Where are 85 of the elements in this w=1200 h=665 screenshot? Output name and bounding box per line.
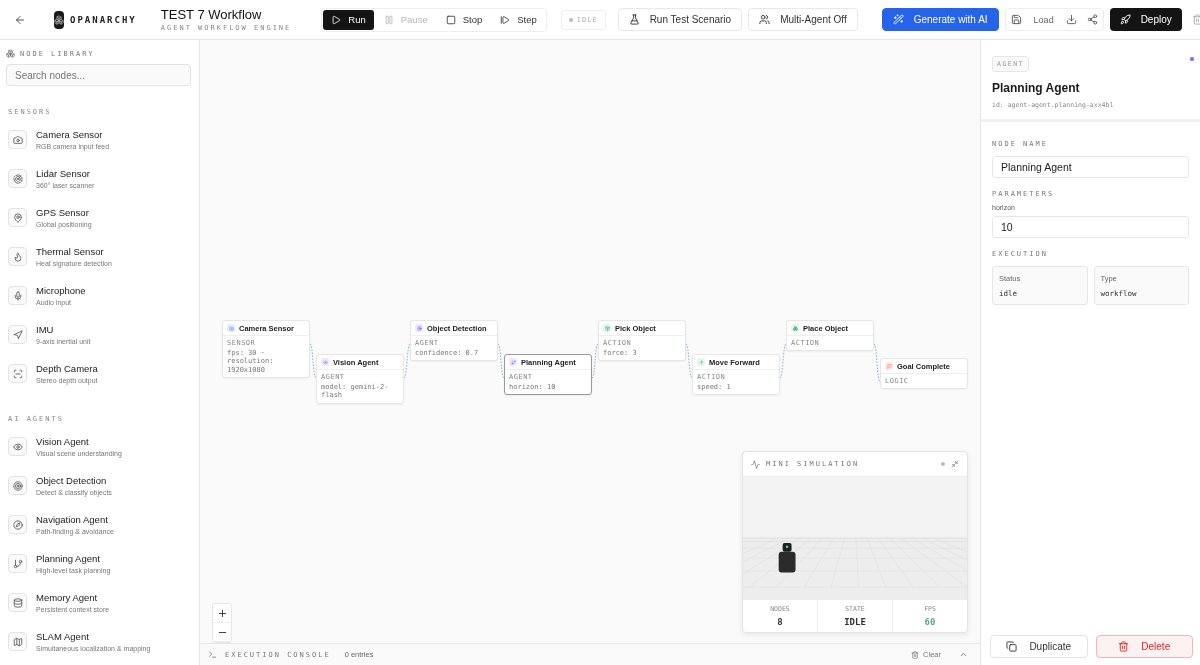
connector-line <box>497 343 505 379</box>
logo-mark-icon <box>54 14 64 25</box>
save-icon <box>1010 14 1022 25</box>
workflow-title: TEST 7 Workflow <box>160 7 263 22</box>
node-glyph-icon <box>12 441 23 452</box>
status-dot <box>1190 57 1194 61</box>
node-icon <box>321 358 329 366</box>
item-name: SLAM Agent <box>36 631 90 642</box>
node-name-field[interactable]: Planning Agent <box>992 156 1189 178</box>
item-name: Memory Agent <box>36 592 99 603</box>
trash-icon <box>1191 14 1200 25</box>
node-icon <box>509 358 517 366</box>
item-name: Vision Agent <box>36 436 90 447</box>
action-button[interactable]: Run Test Scenario <box>617 8 743 31</box>
copy-icon <box>1006 641 1018 652</box>
rocket-icon <box>1119 14 1131 25</box>
stat-value: IDLE <box>844 617 866 627</box>
download-icon <box>1065 14 1077 25</box>
control-button[interactable]: Step <box>492 9 545 30</box>
terminal-icon <box>208 650 217 659</box>
collapse-icon[interactable] <box>951 460 959 468</box>
node-glyph-icon <box>12 597 23 608</box>
item-name: Microphone <box>36 285 86 296</box>
item-name: Camera Sensor <box>36 129 104 140</box>
node-glyph-icon <box>12 212 23 223</box>
item-name: Thermal Sensor <box>36 246 105 257</box>
connector-line <box>779 343 787 379</box>
search-field[interactable]: Search nodes... <box>6 64 191 86</box>
node-glyph-icon <box>12 134 23 145</box>
connector-line <box>685 343 693 379</box>
node-glyph-icon <box>12 519 23 530</box>
node-icon <box>697 358 705 366</box>
stat-value: 8 <box>777 617 783 627</box>
item-name: Navigation Agent <box>36 514 109 525</box>
node-glyph-icon <box>12 329 23 340</box>
inspector-title: Planning Agent <box>992 81 1081 95</box>
node-glyph-icon <box>12 558 23 569</box>
connector-line <box>403 343 411 379</box>
action-button[interactable]: Generate with AI <box>881 8 999 31</box>
share-icon <box>1086 14 1098 25</box>
parameter-field[interactable]: 10 <box>992 216 1189 238</box>
control-icon <box>331 14 342 25</box>
magic-wand-icon <box>892 14 904 25</box>
brand-name: OPANARCHY <box>70 14 137 25</box>
item-name: Object Detection <box>36 475 108 486</box>
library-icon <box>6 49 15 58</box>
node-glyph-icon <box>12 480 23 491</box>
trash-icon <box>911 650 920 659</box>
connector-line <box>309 343 317 379</box>
connector-line <box>591 343 599 379</box>
node-icon <box>791 324 799 332</box>
item-name: Depth Camera <box>36 363 98 374</box>
node-icon <box>415 324 423 332</box>
node-glyph-icon <box>12 636 23 647</box>
node-glyph-icon <box>12 368 23 379</box>
duplicate-button[interactable]: Duplicate <box>990 635 1088 658</box>
flask-icon <box>628 14 640 25</box>
action-button[interactable]: Multi-Agent Off <box>748 8 858 31</box>
control-icon <box>383 14 394 25</box>
status-dot <box>941 462 945 466</box>
node-glyph-icon <box>12 251 23 262</box>
node-icon <box>227 324 235 332</box>
connector-line <box>873 343 881 383</box>
plus-icon <box>216 607 228 619</box>
control-icon <box>445 14 456 25</box>
control-button[interactable]: Stop <box>437 9 491 30</box>
delete-button[interactable]: Delete <box>1095 635 1193 658</box>
load-button[interactable]: Load <box>1027 14 1060 25</box>
item-name: IMU <box>36 324 55 335</box>
deploy-button[interactable]: Deploy <box>1109 8 1182 31</box>
chevron-up-icon <box>959 650 968 659</box>
node-icon <box>603 324 611 332</box>
item-name: Lidar Sensor <box>36 168 91 179</box>
trash-icon <box>1118 641 1130 652</box>
activity-icon <box>751 459 760 469</box>
item-name: GPS Sensor <box>36 207 90 218</box>
back-arrow-icon <box>14 13 26 26</box>
item-name: Planning Agent <box>36 553 101 564</box>
users-icon <box>759 14 771 25</box>
control-button[interactable]: Run <box>323 9 374 30</box>
node-glyph-icon <box>12 290 23 301</box>
stat-value: 60 <box>924 617 936 627</box>
node-icon <box>885 362 893 370</box>
control-icon <box>500 14 511 25</box>
node-glyph-icon <box>12 173 23 184</box>
